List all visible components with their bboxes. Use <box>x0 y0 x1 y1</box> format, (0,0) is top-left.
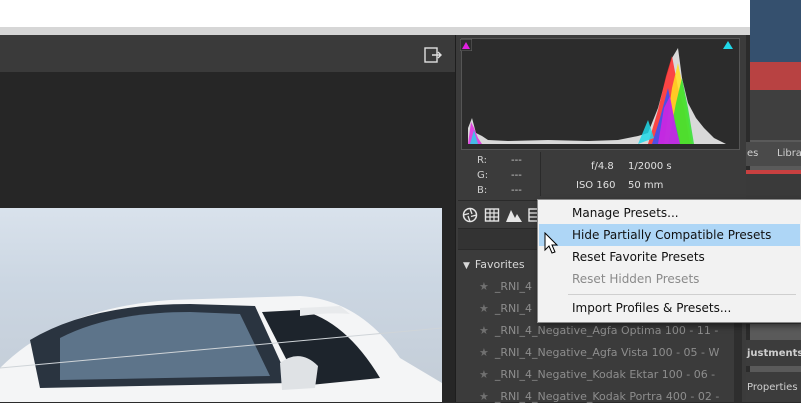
background-app-header <box>750 0 801 62</box>
readout-divider <box>540 152 541 196</box>
preset-item[interactable]: ★ _RNI_4_Negative_Kodak Ektar 100 - 06 - … <box>479 368 719 381</box>
background-tab-2[interactable]: Libra <box>777 148 801 159</box>
grid-icon[interactable] <box>484 207 500 223</box>
preset-label: _RNI_4 <box>494 280 532 293</box>
star-icon[interactable]: ★ <box>479 280 489 293</box>
preset-label: _RNI_4_Negative_Agfa Optima 100 - 11 - .… <box>494 324 719 337</box>
g-value: --- <box>511 170 522 181</box>
b-label: B: <box>477 185 488 196</box>
collapse-triangle-icon: ▼ <box>463 261 470 271</box>
shadow-clipping-icon[interactable] <box>460 39 472 51</box>
preset-label: _RNI_4_Negative_Kodak Portra 400 - 02 - … <box>494 390 719 403</box>
preview-toolbar <box>0 35 455 73</box>
presets-context-menu: Manage Presets... Hide Partially Compati… <box>537 199 801 323</box>
menu-item-manage-presets[interactable]: Manage Presets... <box>539 202 800 224</box>
preset-item[interactable]: ★ _RNI_4_Negative_Kodak Portra 400 - 02 -… <box>479 390 719 403</box>
pixel-readout: R: --- G: --- B: --- f/4.8 1/2000 s ISO … <box>461 152 738 198</box>
mountains-icon[interactable] <box>506 207 522 223</box>
menu-item-import-profiles-presets[interactable]: Import Profiles & Presets... <box>539 297 800 319</box>
aperture-value: f/4.8 <box>591 161 614 172</box>
menu-item-reset-hidden-presets[interactable]: Reset Hidden Presets <box>539 268 800 290</box>
car-image <box>0 296 442 402</box>
dialog-title-strip <box>0 0 750 27</box>
star-icon[interactable]: ★ <box>479 346 489 359</box>
photo-preview[interactable] <box>0 208 442 402</box>
iso-value: ISO 160 <box>576 180 616 191</box>
star-icon[interactable]: ★ <box>479 324 489 337</box>
shutter-value: 1/2000 s <box>628 161 672 172</box>
r-label: R: <box>477 155 488 166</box>
menu-item-reset-favorite-presets[interactable]: Reset Favorite Presets <box>539 246 800 268</box>
menu-item-label: Reset Favorite Presets <box>572 250 705 264</box>
background-app-tabs: es Libra <box>745 142 801 166</box>
mouse-cursor-icon <box>544 232 559 254</box>
preset-label: _RNI_4_Negative_Agfa Vista 100 - 05 - Wa… <box>494 346 719 359</box>
background-adjustments-label[interactable]: justments <box>745 340 801 366</box>
favorites-group-header[interactable]: ▼ Favorites <box>463 258 525 271</box>
background-properties-text: Properties <box>747 382 798 393</box>
background-app-red-bar <box>750 62 801 90</box>
b-value: --- <box>511 185 522 196</box>
menu-item-label: Reset Hidden Presets <box>572 272 700 286</box>
focal-length-value: 50 mm <box>628 180 664 191</box>
background-adjustments-text: justments <box>747 348 801 359</box>
menu-item-label: Import Profiles & Presets... <box>572 301 732 315</box>
preset-item[interactable]: ★ _RNI_4_Negative_Agfa Optima 100 - 11 - … <box>479 324 719 337</box>
aperture-icon[interactable] <box>462 207 478 223</box>
menu-item-hide-partially-compatible[interactable]: Hide Partially Compatible Presets <box>539 224 800 246</box>
dialog-title-edge <box>0 27 750 35</box>
background-properties-label[interactable]: Properties <box>745 372 801 402</box>
star-icon[interactable]: ★ <box>479 390 489 403</box>
preset-label: _RNI_4 <box>494 302 532 315</box>
star-icon[interactable]: ★ <box>479 302 489 315</box>
g-label: G: <box>477 170 489 181</box>
menu-item-label: Manage Presets... <box>572 206 679 220</box>
star-icon[interactable]: ★ <box>479 368 489 381</box>
background-tab-1[interactable]: es <box>747 148 758 159</box>
menu-separator <box>568 294 796 295</box>
exit-fullscreen-icon[interactable] <box>423 45 443 65</box>
r-value: --- <box>511 155 522 166</box>
background-app-dark-area <box>750 90 801 140</box>
preset-label: _RNI_4_Negative_Kodak Ektar 100 - 06 - F… <box>494 368 719 381</box>
menu-item-label: Hide Partially Compatible Presets <box>572 228 772 242</box>
histogram <box>468 48 726 144</box>
highlight-clipping-icon[interactable] <box>721 39 735 51</box>
preset-item[interactable]: ★ _RNI_4_Negative_Agfa Vista 100 - 05 - W… <box>479 346 719 359</box>
favorites-label: Favorites <box>474 258 525 271</box>
